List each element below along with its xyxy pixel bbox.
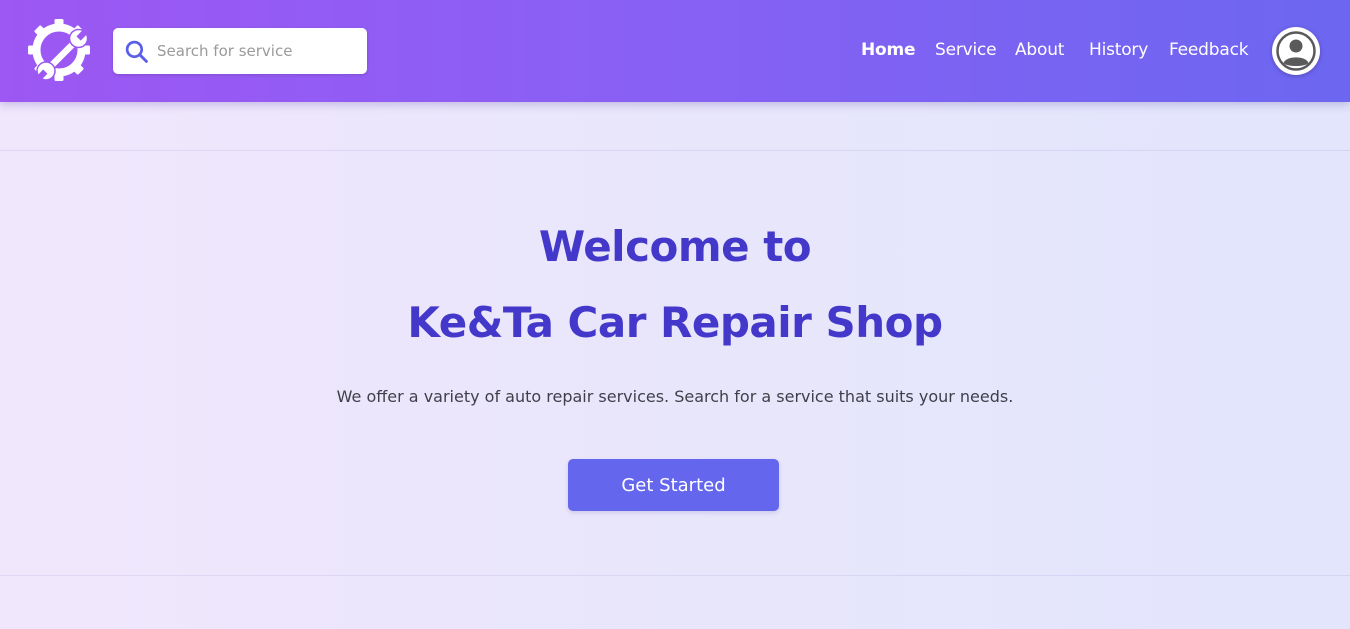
search-input[interactable] [157, 28, 361, 74]
nav-link-history[interactable]: History [1089, 40, 1148, 60]
hero-title-line1: Welcome to [538, 222, 812, 271]
get-started-button[interactable]: Get Started [568, 459, 779, 511]
search-box[interactable] [113, 28, 367, 74]
top-navbar: Home Service About History Feedback [0, 0, 1350, 102]
nav-link-feedback[interactable]: Feedback [1169, 40, 1249, 60]
nav-link-service[interactable]: Service [935, 40, 997, 60]
user-circle-icon [1276, 31, 1316, 71]
section-divider-top [0, 150, 1350, 151]
hero-subtitle: We offer a variety of auto repair servic… [336, 387, 1014, 406]
search-icon [125, 40, 148, 63]
nav-link-home[interactable]: Home [861, 40, 916, 60]
gear-wrench-icon[interactable] [27, 17, 97, 87]
section-divider-bottom [0, 575, 1350, 576]
nav-link-about[interactable]: About [1015, 40, 1064, 60]
hero-title-line2: Ke&Ta Car Repair Shop [407, 298, 943, 347]
user-avatar-button[interactable] [1272, 27, 1320, 75]
